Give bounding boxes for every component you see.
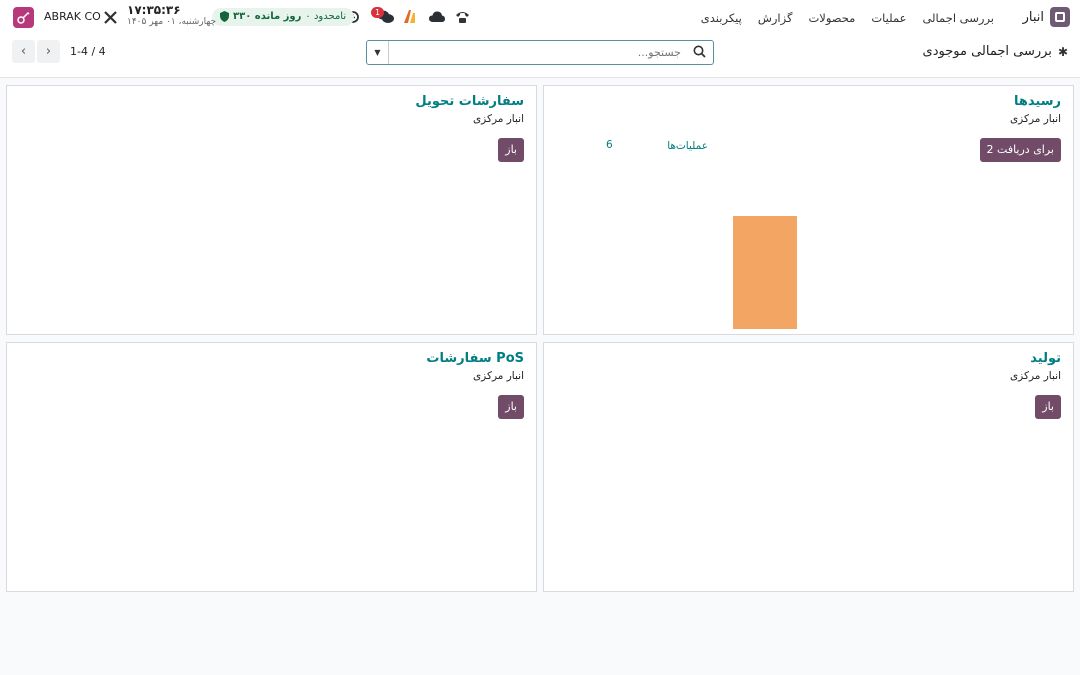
menu-reporting[interactable]: گزارش — [758, 11, 793, 25]
search-icon[interactable] — [693, 45, 706, 58]
open-button[interactable]: باز — [498, 395, 524, 419]
card-title[interactable]: تولید — [1030, 351, 1061, 366]
current-time: ۱۷:۳۵:۳۶ — [127, 3, 181, 17]
caret-down-icon: ▼ — [374, 48, 381, 57]
menu-operations[interactable]: عملیات — [871, 11, 906, 25]
page-title: بررسی اجمالی موجودی — [922, 44, 1052, 59]
subscription-days: ۳۳۰ روز مانده — [233, 11, 302, 22]
graph-bar — [733, 216, 797, 329]
pager-value[interactable]: 1-4 / 4 — [70, 45, 106, 58]
gear-icon[interactable]: ✱ — [1058, 45, 1068, 59]
menu-overview[interactable]: بررسی اجمالی — [922, 11, 994, 25]
open-button[interactable]: باز — [498, 138, 524, 162]
inventory-app-icon — [1050, 7, 1070, 27]
systray: 1 ۳۳۰ روز مانده ۰ نامحدود ۱۷:۳۵:۳۶ چهارش… — [0, 0, 480, 35]
subscription-status-pill[interactable]: ۳۳۰ روز مانده ۰ نامحدود — [212, 8, 355, 26]
card-manufacturing: تولید انبار مرکزی باز — [543, 342, 1074, 592]
pager-previous-button[interactable]: ‹ — [12, 40, 35, 63]
current-date: چهارشنبه، ۰۱ مهر ۱۴۰۵ — [127, 17, 217, 27]
menu-products[interactable]: محصولات — [808, 11, 855, 25]
card-delivery-orders: سفارشات تحویل انبار مرکزی باز — [6, 85, 537, 335]
company-switcher[interactable]: ABRAK CO — [44, 10, 101, 23]
ai-assistant-icon[interactable] — [404, 10, 418, 23]
search-bar: ▼ — [366, 40, 714, 65]
operations-count[interactable]: 6 — [606, 139, 613, 151]
pager: ‹ › 1-4 / 4 — [12, 40, 106, 63]
card-warehouse: انبار مرکزی — [1009, 113, 1061, 125]
phone-icon[interactable] — [455, 10, 470, 24]
card-warehouse: انبار مرکزی — [472, 370, 524, 382]
cloud-icon[interactable] — [429, 11, 445, 22]
card-title[interactable]: سفارشات تحویل — [415, 94, 524, 109]
chevron-left-icon: ‹ — [20, 44, 27, 59]
search-input[interactable] — [391, 43, 681, 62]
message-count-badge: 1 — [371, 7, 385, 18]
user-avatar[interactable] — [13, 7, 34, 28]
to-receive-button[interactable]: 2 برای دریافت — [979, 138, 1061, 162]
main-menu: بررسی اجمالی عملیات محصولات گزارش پیکربن… — [701, 11, 994, 25]
subscription-status: ۰ نامحدود — [305, 11, 347, 22]
menu-configuration[interactable]: پیکربندی — [701, 11, 742, 25]
user-avatar-icon — [17, 11, 30, 24]
shield-icon — [220, 11, 229, 22]
operations-link[interactable]: عملیات‌ها — [667, 140, 708, 152]
top-navbar: انبار بررسی اجمالی عملیات محصولات گزارش … — [0, 0, 1080, 35]
search-options-dropdown[interactable]: ▼ — [367, 41, 389, 64]
card-title[interactable]: سفارشات PoS — [426, 351, 524, 366]
card-warehouse: انبار مرکزی — [472, 113, 524, 125]
card-receipts: رسیدها انبار مرکزی 2 برای دریافت عملیات‌… — [543, 85, 1074, 335]
chevron-right-icon: › — [45, 44, 52, 59]
debug-tools-icon[interactable] — [104, 11, 117, 24]
open-button[interactable]: باز — [1035, 395, 1061, 419]
card-title[interactable]: رسیدها — [1014, 94, 1061, 109]
datetime-widget: ۱۷:۳۵:۳۶ چهارشنبه، ۰۱ مهر ۱۴۰۵ — [127, 3, 216, 27]
breadcrumb: بررسی اجمالی موجودی ✱ — [923, 44, 1068, 59]
control-panel: بررسی اجمالی موجودی ✱ ▼ ‹ › 1-4 / 4 — [0, 35, 1080, 78]
app-name: انبار — [1022, 9, 1044, 25]
card-warehouse: انبار مرکزی — [1009, 370, 1061, 382]
pager-next-button[interactable]: › — [37, 40, 60, 63]
card-pos-orders: سفارشات PoS انبار مرکزی باز — [6, 342, 537, 592]
app-brand[interactable]: انبار — [1023, 7, 1070, 27]
